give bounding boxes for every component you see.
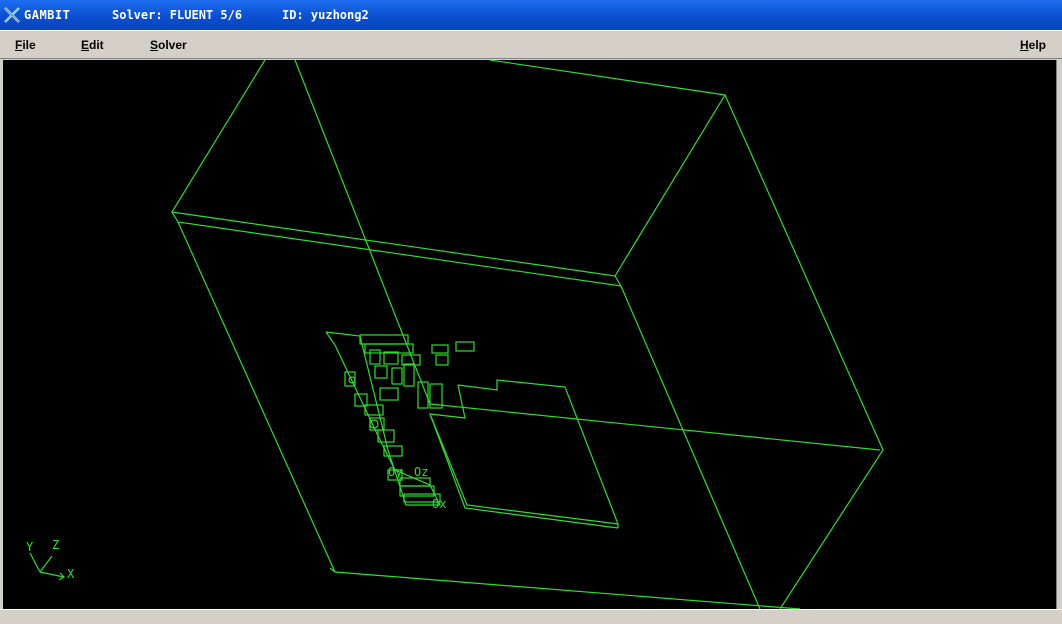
triad-y-label: Y <box>26 540 34 554</box>
axis-triad: Y Z X <box>26 538 75 581</box>
plate-outline <box>429 379 619 529</box>
component-cluster <box>325 331 475 506</box>
menu-help[interactable]: Help <box>1020 38 1046 52</box>
wireframe-model: Oy Oz Ox Y Z X <box>26 60 884 609</box>
local-axes: Oy Oz Ox <box>388 465 446 511</box>
triad-z-label: Z <box>52 538 59 552</box>
session-id-label: ID: yuzhong2 <box>282 8 369 22</box>
app-title: GAMBIT <box>24 8 71 22</box>
title-bar[interactable]: GAMBIT Solver: FLUENT 5/6 ID: yuzhong2 <box>0 0 1062 30</box>
local-axis-x-label: Ox <box>432 497 446 511</box>
solver-label: Solver: FLUENT 5/6 <box>112 8 243 22</box>
local-axis-y-label: Oy <box>388 465 402 479</box>
menu-solver[interactable]: Solver <box>150 38 187 52</box>
gambit-app-icon <box>4 7 20 23</box>
enclosure-box <box>171 60 884 609</box>
triad-x-label: X <box>67 567 75 581</box>
graphics-viewport[interactable]: Oy Oz Ox Y Z X <box>3 60 1056 609</box>
viewport-right-border <box>1056 60 1062 609</box>
menu-bar: File Edit Solver Help <box>0 30 1062 59</box>
local-axis-z-label: Oz <box>414 465 428 479</box>
status-strip <box>0 609 1062 624</box>
menu-edit[interactable]: Edit <box>81 38 104 52</box>
menu-file[interactable]: File <box>15 38 36 52</box>
